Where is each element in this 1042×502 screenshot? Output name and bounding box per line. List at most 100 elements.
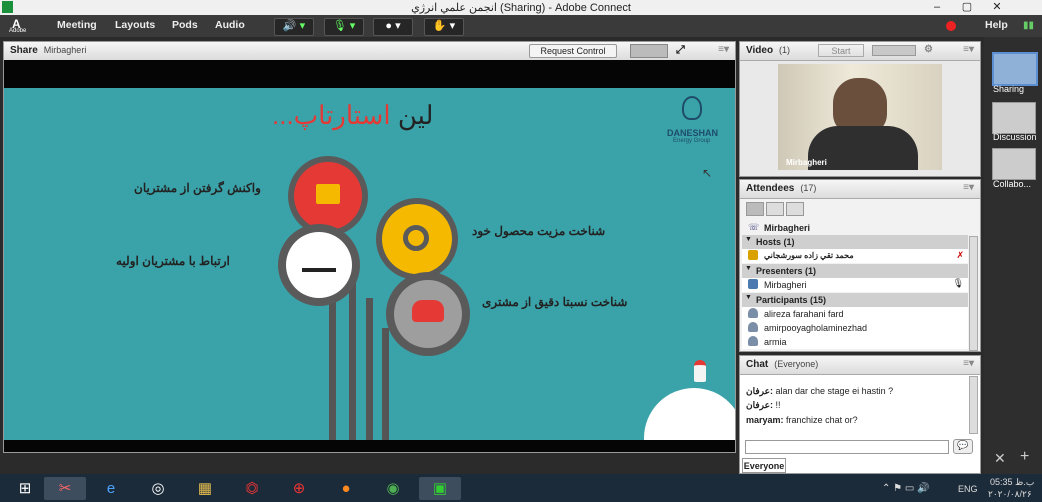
- chat-tab-everyone[interactable]: Everyone: [742, 458, 786, 473]
- start-windows-icon[interactable]: ⊞: [4, 477, 46, 500]
- language-indicator[interactable]: ENG: [958, 484, 978, 494]
- menu-meeting[interactable]: Meeting: [57, 19, 97, 31]
- camera-label: Mirbagheri: [786, 158, 827, 167]
- adobe-connect-task-icon[interactable]: ▣: [419, 477, 461, 500]
- file-explorer-icon[interactable]: ▦: [184, 477, 226, 500]
- snipping-tool-icon[interactable]: ✂: [44, 477, 86, 500]
- video-layout-icon[interactable]: [872, 45, 916, 56]
- maximize-button[interactable]: ▢: [952, 0, 982, 15]
- attendees-count: (17): [800, 183, 817, 193]
- fullscreen-icon[interactable]: ⤢: [676, 44, 685, 57]
- gear-icon: [403, 225, 429, 251]
- start-video-button[interactable]: Start: [818, 44, 864, 57]
- meeting-icon: [302, 252, 336, 272]
- rocket-icon: [694, 360, 706, 382]
- participant-icon: [748, 336, 758, 346]
- slide-item-2: شناخت مزیت محصول خود: [472, 224, 606, 238]
- attendees-pod-header: Attendees (17) ≡▾: [740, 180, 980, 199]
- chevron-down-icon: ▼: [745, 236, 752, 243]
- list-view-icon[interactable]: [746, 202, 764, 216]
- minimize-button[interactable]: –: [922, 0, 952, 15]
- record-indicator-icon[interactable]: [946, 21, 956, 31]
- slide: لین استارتاپ... DANESHAN Energy Group ↖ …: [4, 88, 735, 440]
- host-icon: [748, 250, 758, 260]
- attendees-pod: Attendees (17) ≡▾ ☏ Mirbagheri ▼ Hosts (1…: [739, 179, 981, 352]
- attendees-pod-title: Attendees: [746, 183, 795, 194]
- lightbulb-logo-icon: [682, 96, 702, 120]
- adobe-label: Adobe: [9, 28, 27, 34]
- list-item[interactable]: armia: [742, 335, 968, 349]
- app-circle-icon[interactable]: ◎: [137, 477, 179, 500]
- menu-layouts[interactable]: Layouts: [115, 19, 155, 31]
- chat-message: عرفان: alan dar che stage ei hastin ?: [746, 386, 894, 396]
- slide-item-1: واکنش گرفتن از مشتریان: [134, 181, 261, 195]
- video-frame: Mirbagheri: [778, 64, 942, 170]
- menu-bar: A Adobe Meeting Layouts Pods Audio 🔊 ▾ 🎙…: [0, 15, 1042, 37]
- chrome-icon[interactable]: ◉: [372, 477, 414, 500]
- chevron-down-icon: ▼: [745, 294, 752, 301]
- window-title: انجمن علمي انرژي (Sharing) - Adobe Conne…: [411, 2, 631, 14]
- video-count: (1): [779, 45, 791, 55]
- phone-icon: ☏: [748, 222, 760, 232]
- menu-help[interactable]: Help: [985, 19, 1008, 31]
- tray-icons[interactable]: ⌃ ⚑ ▭ 🔊: [882, 483, 930, 494]
- status-view-icon[interactable]: [786, 202, 804, 216]
- pod-menu-icon[interactable]: ≡▾: [963, 182, 974, 193]
- list-item[interactable]: amirpooyagholaminezhad: [742, 321, 968, 335]
- chat-message: maryam: franchize chat or?: [746, 415, 858, 425]
- clock-time[interactable]: 05:35 ب.ظ: [990, 477, 1034, 488]
- slide-title: لین استارتاپ...: [272, 100, 434, 130]
- chat-message: عرفان: !!: [746, 400, 781, 410]
- section-participants[interactable]: ▼ Participants (15): [742, 293, 968, 307]
- speaker-button[interactable]: 🔊 ▾: [274, 18, 314, 36]
- share-pod-header: Share Mirbagheri Request Control ⤢ ≡▾: [4, 42, 735, 61]
- chat-scrollbar[interactable]: [969, 376, 978, 434]
- participant-icon: [748, 308, 758, 318]
- list-item[interactable]: Mirbagheri 🎙: [742, 278, 968, 292]
- pod-menu-icon[interactable]: ≡▾: [963, 358, 974, 369]
- logo-subtext: Energy Group: [673, 138, 711, 144]
- camera-button[interactable]: ● ▾: [373, 18, 413, 36]
- grid-view-icon[interactable]: [766, 202, 784, 216]
- muted-icon: ✗: [956, 250, 964, 260]
- share-pod-title: Share Mirbagheri: [10, 45, 87, 56]
- firefox-icon[interactable]: ●: [325, 477, 367, 500]
- menu-pods[interactable]: Pods: [172, 19, 198, 31]
- raise-hand-button[interactable]: ✋ ▾: [424, 18, 464, 36]
- layout-sharing-button[interactable]: [992, 52, 1038, 86]
- add-layout-icon[interactable]: +: [1020, 448, 1029, 466]
- menu-audio[interactable]: Audio: [215, 19, 245, 31]
- logo-text: DANESHAN: [667, 128, 719, 138]
- chevron-down-icon: ▼: [745, 265, 752, 272]
- close-button[interactable]: ✕: [982, 0, 1012, 15]
- layout-discussion-button[interactable]: [992, 102, 1036, 134]
- section-hosts[interactable]: ▼ Hosts (1): [742, 235, 968, 249]
- video-pod: Video (1) Start ⚙ ≡▾ Mirbagheri: [739, 41, 981, 177]
- pod-menu-icon[interactable]: ≡▾: [718, 44, 729, 55]
- layout-collaboration-button[interactable]: [992, 148, 1036, 180]
- pdf-reader-icon[interactable]: ⏣: [231, 477, 273, 500]
- settings-icon[interactable]: ⚙: [924, 44, 933, 55]
- pod-menu-icon[interactable]: ≡▾: [963, 44, 974, 55]
- tools-icon[interactable]: ✕: [994, 450, 1006, 467]
- participant-icon: [748, 322, 758, 332]
- chat-input[interactable]: [745, 440, 949, 454]
- attendees-scrollbar[interactable]: [969, 236, 978, 351]
- request-control-button[interactable]: Request Control: [529, 44, 617, 58]
- list-item[interactable]: محمد تقي زاده سورشجاني ✗: [742, 249, 968, 263]
- target-app-icon[interactable]: ⊕: [278, 477, 320, 500]
- video-pod-header: Video (1) Start ⚙ ≡▾: [740, 42, 980, 61]
- internet-explorer-icon[interactable]: e: [90, 477, 132, 500]
- slide-item-4: شناخت نسبتا دقیق از مشتری: [482, 295, 628, 309]
- team-board-icon: [316, 184, 340, 204]
- section-presenters[interactable]: ▼ Presenters (1): [742, 264, 968, 278]
- microphone-button[interactable]: 🎙 ▾: [324, 18, 364, 36]
- chat-pod: Chat (Everyone) ≡▾ عرفان: alan dar che st…: [739, 355, 981, 474]
- clock-date[interactable]: ۲۰۲۰/۰۸/۲۶: [988, 489, 1032, 500]
- presenter-icon: [748, 279, 758, 289]
- view-mode-icon[interactable]: [630, 44, 668, 58]
- send-message-button[interactable]: 💬: [953, 439, 973, 454]
- my-status-row[interactable]: ☏ Mirbagheri: [742, 221, 968, 235]
- layout-sharing-label: Sharing: [993, 84, 1025, 94]
- list-item[interactable]: alireza farahani fard: [742, 307, 968, 321]
